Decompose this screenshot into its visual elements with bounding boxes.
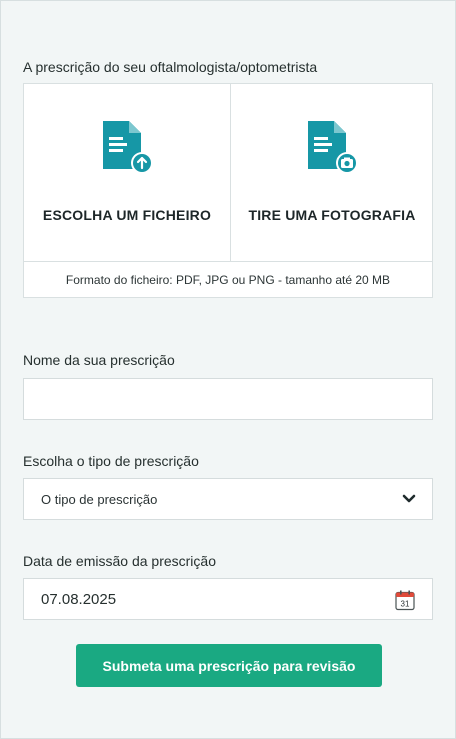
page-container: A prescrição do seu oftalmologista/optom… (0, 0, 456, 739)
choose-file-label: ESCOLHA UM FICHEIRO (42, 207, 212, 223)
issue-date-value: 07.08.2025 (41, 591, 117, 608)
take-photo-label: TIRE UMA FOTOGRAFIA (248, 207, 416, 223)
prescription-upload-box: ESCOLHA UM FICHEIRO TIRE UMA FOTOGRAFIA … (23, 83, 433, 298)
prescription-name-field (23, 378, 433, 420)
calendar-day-text: 31 (401, 600, 410, 609)
prescription-type-select[interactable]: O tipo de prescrição (23, 478, 433, 520)
prescription-upload-label: A prescrição do seu oftalmologista/optom… (23, 59, 318, 75)
choose-file-button[interactable]: ESCOLHA UM FICHEIRO (24, 84, 231, 261)
prescription-type-label: Escolha o tipo de prescrição (23, 453, 199, 469)
take-photo-button[interactable]: TIRE UMA FOTOGRAFIA (230, 84, 434, 261)
chevron-down-icon (402, 494, 416, 503)
file-format-hint: Formato do ficheiro: PDF, JPG ou PNG - t… (24, 261, 432, 298)
document-upload-icon (103, 121, 153, 174)
prescription-name-label: Nome da sua prescrição (23, 352, 175, 368)
issue-date-label: Data de emissão da prescrição (23, 553, 216, 569)
prescription-type-value: O tipo de prescrição (41, 492, 158, 507)
document-camera-icon (308, 121, 358, 174)
submit-prescription-button[interactable]: Submeta uma prescrição para revisão (76, 644, 382, 687)
calendar-icon[interactable]: 31 (394, 589, 416, 611)
issue-date-field[interactable]: 07.08.2025 31 (23, 578, 433, 620)
prescription-name-input[interactable] (24, 379, 432, 419)
